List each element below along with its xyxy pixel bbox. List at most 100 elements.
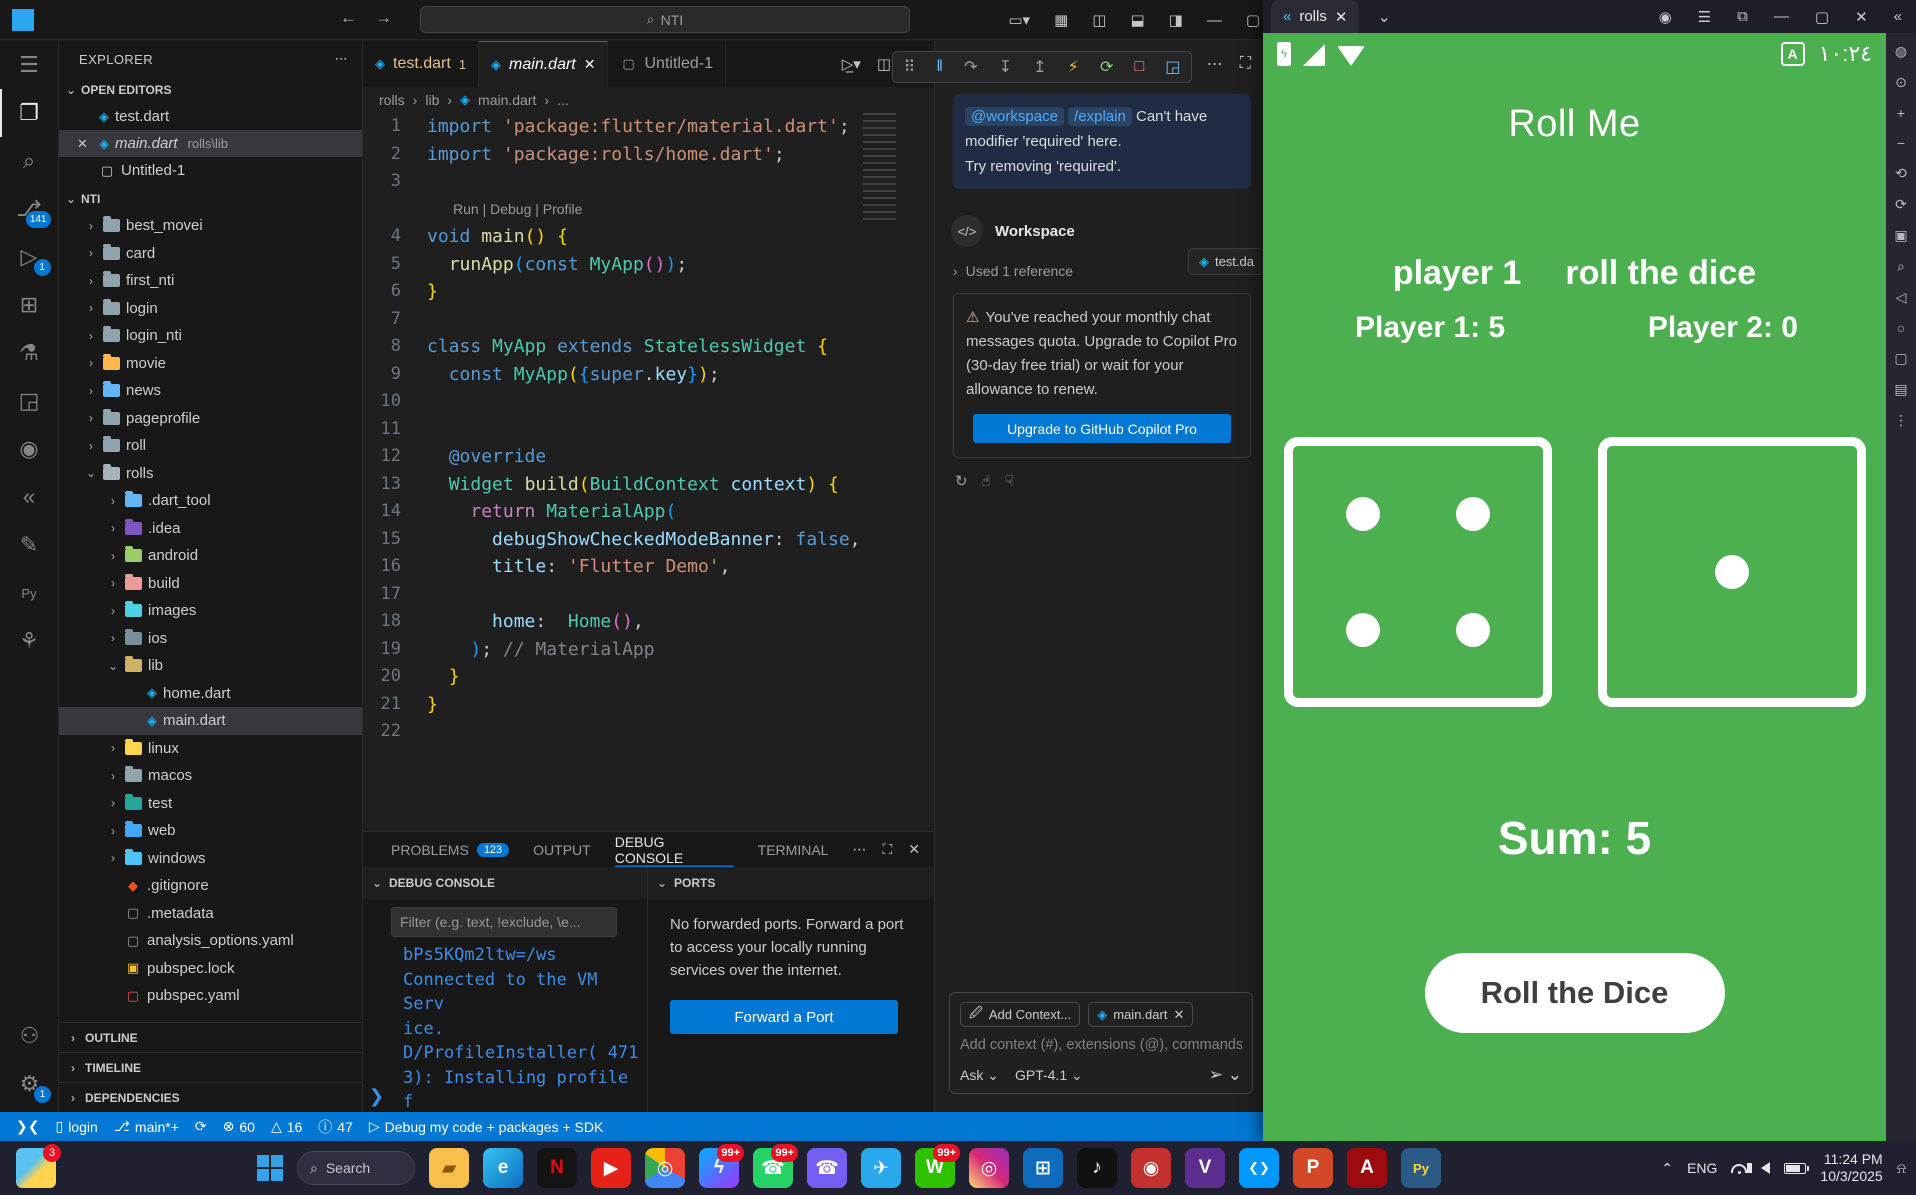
widgets-weather-icon[interactable]: 3 [16, 1144, 61, 1188]
split-editor-icon[interactable]: ◫ [877, 55, 891, 73]
code-line-11[interactable]: 11 [363, 416, 934, 444]
tree-item-best_movei[interactable]: › best_movei [59, 212, 362, 240]
panel-tab-terminal[interactable]: TERMINAL [758, 832, 829, 867]
taskbar-file-explorer[interactable]: ▰ [429, 1148, 469, 1188]
code-line-12[interactable]: 12 @override [363, 443, 934, 471]
chat-maximize-icon[interactable]: ⛶ [1240, 55, 1251, 73]
code-line-17[interactable]: 17 [363, 581, 934, 609]
taskbar-viber[interactable]: ☎ [807, 1148, 847, 1188]
volume-icon[interactable] [1747, 1162, 1771, 1174]
emu-account-icon[interactable]: ◉ [1659, 8, 1672, 26]
reference-file-chip[interactable]: ◈ test.da [1187, 248, 1265, 275]
chat-more-icon[interactable]: ⋯ [1207, 54, 1223, 74]
tab-main.dart[interactable]: ◈ main.dart ✕ [479, 41, 609, 87]
hot-reload-button[interactable]: ⚡ [1068, 57, 1079, 77]
send-button[interactable]: ➢ ⌄ [1209, 1065, 1242, 1085]
section-dependencies[interactable]: › DEPENDENCIES [59, 1082, 362, 1112]
taskbar-messenger[interactable]: ϟ 99+ [699, 1144, 744, 1188]
code-line-9[interactable]: 9 const MyApp({super.key}); [363, 361, 934, 389]
taskbar-whatsapp[interactable]: ☎ 99+ [753, 1144, 798, 1188]
activity-search[interactable]: ⌕ [0, 137, 59, 185]
panel-close-icon[interactable]: ✕ [908, 841, 920, 858]
tree-item-analysis_options.yaml[interactable]: ▢ analysis_options.yaml [59, 927, 362, 955]
tree-item-images[interactable]: › images [59, 597, 362, 625]
code-line-4[interactable]: 4 void main() { [363, 223, 934, 251]
language-indicator[interactable]: ENG [1687, 1160, 1717, 1176]
step-into-button[interactable]: ↧ [999, 57, 1012, 77]
status-warnings[interactable]: △ 16 [263, 1112, 310, 1141]
tree-item-rolls[interactable]: ⌄ rolls [59, 460, 362, 488]
section-timeline[interactable]: › TIMELINE [59, 1052, 362, 1082]
emu-back-icon[interactable]: ◁ [1896, 289, 1907, 306]
activity-extensions[interactable]: ⊞ [0, 281, 59, 329]
tree-item-linux[interactable]: › linux [59, 735, 362, 763]
emu-maximize[interactable]: ▢ [1815, 8, 1829, 26]
panel-tab-problems[interactable]: PROBLEMS 123 [391, 832, 510, 867]
taskbar-search[interactable]: ⌕ Search [297, 1151, 415, 1185]
ports-header[interactable]: ⌄ PORTS [648, 867, 934, 899]
activity-edit-pencil[interactable]: ✎ [0, 521, 59, 569]
step-over-button[interactable]: ↷ [964, 57, 977, 77]
toggle-secondary-sidebar-icon[interactable]: ◨ [1169, 11, 1183, 29]
nav-forward-icon[interactable]: → [375, 8, 392, 28]
code-line-16[interactable]: 16 title: 'Flutter Demo', [363, 553, 934, 581]
taskbar-chrome[interactable]: ◎ [645, 1148, 685, 1188]
emu-volume-down-icon[interactable]: − [1897, 135, 1905, 151]
hidden-icons-chevron[interactable]: ⌃ [1661, 1160, 1673, 1177]
toggle-sidebar-icon[interactable]: ◫ [1092, 11, 1106, 29]
tree-item-web[interactable]: › web [59, 817, 362, 845]
taskbar-vscode[interactable]: ❮❯ [1239, 1148, 1279, 1188]
start-button[interactable] [257, 1155, 283, 1181]
tree-item-card[interactable]: › card [59, 240, 362, 268]
open-editors-header[interactable]: ⌄ OPEN EDITORS [59, 77, 362, 103]
tree-item-.dart_tool[interactable]: › .dart_tool [59, 487, 362, 515]
model-dropdown[interactable]: GPT-4.1 ⌄ [1015, 1067, 1083, 1084]
code-line-21[interactable]: 21} [363, 691, 934, 719]
nav-back-icon[interactable]: ← [340, 8, 357, 28]
run-button[interactable]: ▷̲▾ [842, 55, 861, 73]
tree-item-android[interactable]: › android [59, 542, 362, 570]
chat-input-box[interactable]: 🖉 Add Context... ◈ main.dart ✕ Add conte… [949, 992, 1253, 1094]
taskbar-adobe-reader[interactable]: A [1347, 1148, 1387, 1188]
status-remote-indicator[interactable]: ❯❮ [8, 1112, 47, 1141]
code-line-2[interactable]: 2 import 'package:rolls/home.dart'; [363, 141, 934, 169]
run-device-dropdown[interactable]: ▭▾ [1008, 11, 1030, 29]
project-section-header[interactable]: ⌄ NTI [59, 186, 362, 212]
section-outline[interactable]: › OUTLINE [59, 1022, 362, 1052]
code-line-7[interactable]: 7 [363, 306, 934, 334]
widget-inspector-button[interactable]: ◲ [1165, 57, 1180, 77]
step-out-button[interactable]: ↥ [1033, 57, 1046, 77]
thumbs-up-icon[interactable]: ☝ [982, 472, 991, 490]
code-line-3[interactable]: 3 [363, 168, 934, 196]
code-line-15[interactable]: 15 debugShowCheckedModeBanner: false, [363, 526, 934, 554]
activity-account[interactable]: ⚇ [0, 1012, 59, 1060]
restart-button[interactable]: ⟳ [1100, 57, 1113, 77]
status-device-login[interactable]: ▯ login [47, 1112, 105, 1141]
taskbar-instagram[interactable]: ◎ [969, 1148, 1009, 1188]
wifi-icon[interactable] [1731, 1163, 1748, 1174]
open-editor-main.dart[interactable]: ✕ ◈ main.dart rolls\lib [59, 130, 362, 157]
forward-port-button[interactable]: Forward a Port [670, 1000, 898, 1034]
emu-external-icon[interactable]: ⧉ [1737, 8, 1748, 25]
battery-icon[interactable] [1784, 1162, 1810, 1174]
emu-rotate-right-icon[interactable]: ⟳ [1895, 196, 1907, 213]
open-editor-test.dart[interactable]: ◈ test.dart [59, 103, 362, 130]
code-line-10[interactable]: 10 [363, 388, 934, 416]
tree-item-pubspec.yaml[interactable]: ▢ pubspec.yaml [59, 982, 362, 1010]
activity-search-editor[interactable]: ◲ [0, 377, 59, 425]
taskbar-telegram[interactable]: ✈ [861, 1148, 901, 1188]
activity-source-control[interactable]: ⎇ 141 [0, 185, 59, 233]
emu-more-icon[interactable]: ⋮ [1894, 412, 1908, 429]
tree-item-pageprofile[interactable]: › pageprofile [59, 405, 362, 433]
notification-bell-icon[interactable]: ⍾ [1897, 1160, 1906, 1177]
console-prompt[interactable]: ❯ [369, 1086, 384, 1107]
emu-home-icon[interactable]: ○ [1897, 320, 1905, 336]
code-line-22[interactable]: 22 [363, 718, 934, 746]
workspace-chip[interactable]: @workspace [965, 107, 1064, 126]
panel-maximize-icon[interactable]: ⛶ [882, 841, 892, 858]
tree-item-login_nti[interactable]: › login_nti [59, 322, 362, 350]
taskbar-edge[interactable]: e [483, 1148, 523, 1188]
panel-tab-debug-console[interactable]: DEBUG CONSOLE [615, 832, 734, 867]
taskbar-tiktok[interactable]: ♪ [1077, 1148, 1117, 1188]
activity-testing[interactable]: ⚗ [0, 329, 59, 377]
